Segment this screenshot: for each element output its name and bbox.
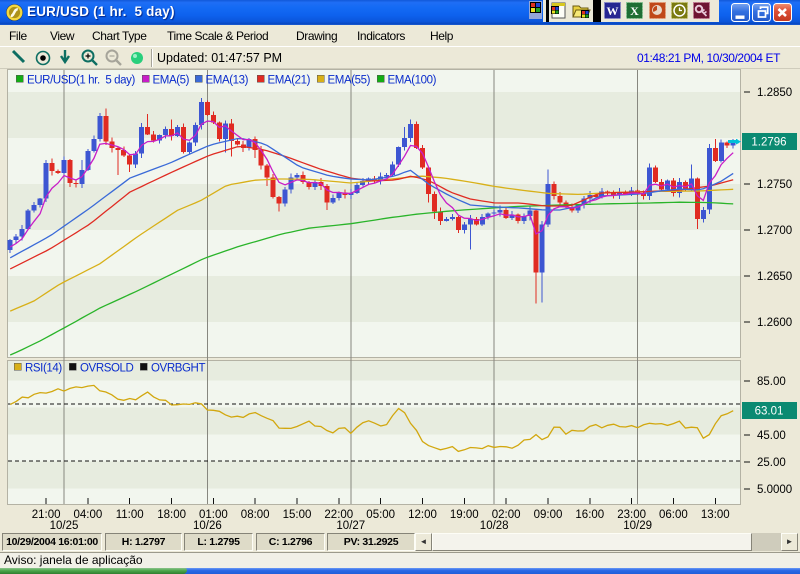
svg-text:05:00: 05:00 [366, 509, 395, 521]
svg-text:1.2850: 1.2850 [757, 87, 792, 99]
svg-text:1.2796: 1.2796 [751, 137, 786, 149]
svg-text:15:00: 15:00 [283, 509, 312, 521]
svg-text:EUR/USD(1 hr. 5 day): EUR/USD(1 hr. 5 day) [27, 75, 135, 87]
svg-text:18:00: 18:00 [157, 509, 186, 521]
svg-text:EMA(13): EMA(13) [206, 75, 249, 87]
svg-text:1.2600: 1.2600 [757, 317, 792, 329]
svg-text:OVRSOLD: OVRSOLD [80, 363, 134, 375]
svg-text:11:00: 11:00 [116, 509, 144, 521]
svg-text:13:00: 13:00 [701, 509, 730, 521]
svg-text:1.2700: 1.2700 [757, 225, 792, 237]
svg-text:63.01: 63.01 [755, 406, 784, 418]
svg-text:10/29: 10/29 [623, 520, 652, 531]
svg-text:OVRBGHT: OVRBGHT [151, 363, 205, 375]
svg-text:85.00: 85.00 [757, 376, 786, 388]
svg-text:19:00: 19:00 [450, 509, 479, 521]
svg-text:12:00: 12:00 [408, 509, 437, 521]
svg-text:06:00: 06:00 [659, 509, 688, 521]
svg-text:16:00: 16:00 [575, 509, 604, 521]
svg-text:25.00: 25.00 [757, 457, 786, 469]
svg-text:08:00: 08:00 [241, 509, 270, 521]
svg-text:EMA(55): EMA(55) [328, 75, 371, 87]
svg-text:1.2650: 1.2650 [757, 271, 792, 283]
svg-text:W: W [607, 4, 619, 18]
svg-text:09:00: 09:00 [534, 509, 563, 521]
svg-text:10/27: 10/27 [336, 520, 365, 531]
svg-text:45.00: 45.00 [757, 430, 786, 442]
svg-text:X: X [630, 4, 639, 18]
svg-text:RSI(14): RSI(14) [25, 363, 62, 375]
svg-text:EMA(21): EMA(21) [268, 75, 311, 87]
svg-text:10/26: 10/26 [193, 520, 222, 531]
svg-text:1.2750: 1.2750 [757, 179, 792, 191]
svg-text:10/25: 10/25 [50, 520, 79, 531]
svg-text:10/28: 10/28 [480, 520, 509, 531]
svg-text:EMA(5): EMA(5) [153, 75, 190, 87]
svg-text:5.0000: 5.0000 [757, 484, 792, 496]
svg-text:EMA(100): EMA(100) [388, 75, 437, 87]
